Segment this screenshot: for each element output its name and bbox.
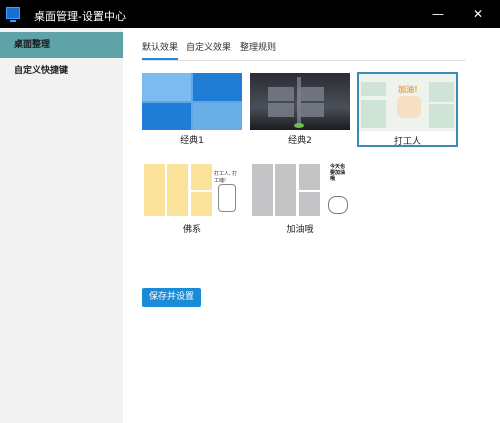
sidebar: 桌面整理 自定义快捷键 xyxy=(0,28,123,423)
tab-divider xyxy=(142,60,466,61)
tab-custom-effect[interactable]: 自定义效果 xyxy=(186,40,231,53)
title-bar: 桌面管理-设置中心 — ✕ xyxy=(0,0,500,28)
theme-card-worker[interactable]: 加油! 打工人 xyxy=(357,72,458,147)
theme-label: 经典1 xyxy=(180,136,204,146)
cheer-text: 加油! xyxy=(398,85,418,94)
theme-thumbnail: 打工人, 打工魂! xyxy=(142,162,242,219)
theme-thumbnail: 今天也要加油哦 xyxy=(250,162,350,219)
theme-label: 佛系 xyxy=(182,225,201,235)
slogan-text: 今天也要加油哦 xyxy=(330,164,346,182)
theme-card-classic2[interactable]: 经典2 xyxy=(250,73,350,146)
cartoon-cat-icon xyxy=(328,196,348,214)
cartoon-cat-icon xyxy=(397,96,421,118)
minimize-button[interactable]: — xyxy=(418,0,458,28)
tab-organize-rules[interactable]: 整理规则 xyxy=(240,40,276,53)
theme-card-cheer[interactable]: 今天也要加油哦 加油哦 xyxy=(250,162,350,235)
sidebar-item-custom-shortcuts[interactable]: 自定义快捷键 xyxy=(0,58,123,84)
theme-thumbnail xyxy=(250,73,350,130)
theme-card-buddhist[interactable]: 打工人, 打工魂! 佛系 xyxy=(142,162,242,235)
cartoon-figure-icon xyxy=(218,184,236,212)
theme-thumbnail: 加油! xyxy=(359,74,456,131)
theme-thumbnail xyxy=(142,73,242,130)
sidebar-item-desktop-organize[interactable]: 桌面整理 xyxy=(0,32,123,58)
slogan-text: 打工人, 打工魂! xyxy=(214,171,238,184)
theme-card-classic1[interactable]: 经典1 xyxy=(142,73,242,146)
theme-label: 加油哦 xyxy=(286,225,314,235)
window-title: 桌面管理-设置中心 xyxy=(34,10,126,23)
tab-default-effect[interactable]: 默认效果 xyxy=(142,40,179,60)
monitor-icon xyxy=(6,7,20,22)
theme-label: 经典2 xyxy=(288,136,312,146)
close-button[interactable]: ✕ xyxy=(458,0,498,28)
theme-label: 打工人 xyxy=(393,137,421,147)
save-and-apply-button[interactable]: 保存并设置 xyxy=(142,288,201,307)
